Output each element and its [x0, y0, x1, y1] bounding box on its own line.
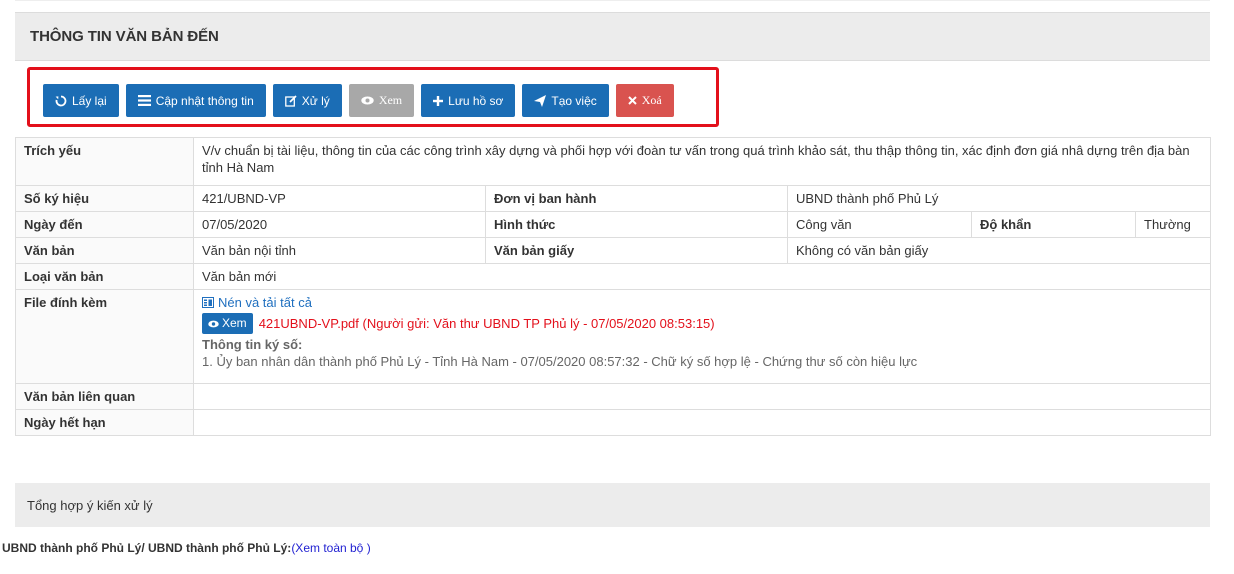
- plus-icon: [433, 95, 444, 106]
- ngay-het-han-value: [193, 409, 1211, 436]
- table-row: Ngày đến 07/05/2020 Hình thức Công văn Đ…: [15, 211, 1211, 238]
- process-button[interactable]: Xử lý: [272, 84, 342, 117]
- signature-detail: 1. Ủy ban nhân dân thành phố Phủ Lý - Tỉ…: [202, 354, 918, 369]
- table-row: Loại văn bản Văn bản mới: [15, 263, 1211, 290]
- save-to-file-label: Lưu hồ sơ: [448, 93, 504, 108]
- summary-heading: Tổng hợp ý kiến xử lý: [15, 483, 1210, 527]
- view-file-label: Xem: [222, 316, 247, 330]
- don-vi-value: UBND thành phố Phủ Lý: [787, 185, 1211, 212]
- summary-title: Tổng hợp ý kiến xử lý: [27, 497, 153, 513]
- reload-label: Lấy lại: [72, 93, 107, 108]
- eye-icon: [361, 96, 374, 105]
- van-ban-lien-quan-value: [193, 383, 1211, 410]
- ngay-den-value: 07/05/2020: [193, 211, 486, 238]
- table-row: Số ký hiệu 421/UBND-VP Đơn vị ban hành U…: [15, 185, 1211, 212]
- don-vi-label: Đơn vị ban hành: [485, 185, 788, 212]
- create-task-button[interactable]: Tạo việc: [522, 84, 609, 117]
- update-info-label: Cập nhật thông tin: [155, 93, 254, 108]
- view-all-link[interactable]: (Xem toàn bộ ): [291, 541, 370, 555]
- update-info-button[interactable]: Cập nhật thông tin: [125, 84, 266, 117]
- file-dinh-kem-label: File đính kèm: [15, 289, 194, 384]
- table-row: File đính kèm Nén và tải tất cả Xem 421U…: [15, 289, 1211, 384]
- save-to-file-button[interactable]: Lưu hồ sơ: [421, 84, 516, 117]
- view-label: Xem: [378, 93, 403, 107]
- view-file-button[interactable]: Xem: [202, 313, 253, 334]
- attachment-file-link[interactable]: 421UBND-VP.pdf (Người gửi: Văn thư UBND …: [259, 315, 715, 332]
- trich-yeu-label: Trích yếu: [15, 137, 194, 186]
- edit-icon: [284, 94, 297, 107]
- attachment-row: Xem 421UBND-VP.pdf (Người gửi: Văn thư U…: [202, 313, 1202, 334]
- table-row: Văn bản liên quan: [15, 383, 1211, 410]
- table-row: Văn bản Văn bản nội tỉnh Văn bản giấy Kh…: [15, 237, 1211, 264]
- view-button[interactable]: Xem: [348, 84, 415, 117]
- loai-van-ban-label: Loại văn bản: [15, 263, 194, 290]
- so-ky-hieu-value: 421/UBND-VP: [193, 185, 486, 212]
- van-ban-giay-value: Không có văn bản giấy: [787, 237, 1211, 264]
- van-ban-giay-label: Văn bản giấy: [485, 237, 788, 264]
- eye-icon: [208, 320, 219, 328]
- loai-van-ban-value: Văn bản mới: [193, 263, 1211, 290]
- panel-top-strip: [15, 0, 1210, 12]
- table-row: Ngày hết hạn: [15, 409, 1211, 436]
- process-label: Xử lý: [301, 93, 330, 108]
- summary-org-line: UBND thành phố Phủ Lý/ UBND thành phố Ph…: [2, 541, 371, 555]
- so-ky-hieu-label: Số ký hiệu: [15, 185, 194, 212]
- ngay-den-label: Ngày đến: [15, 211, 194, 238]
- summary-org-label: UBND thành phố Phủ Lý/ UBND thành phố Ph…: [2, 541, 292, 555]
- close-icon: [628, 96, 637, 105]
- action-toolbar: Lấy lại Cập nhật thông tin Xử lý Xem Lưu…: [43, 84, 674, 118]
- delete-label: Xoá: [641, 93, 662, 107]
- zip-download-label: Nén và tải tất cả: [218, 295, 312, 310]
- do-khan-label: Độ khẩn: [971, 211, 1136, 238]
- create-task-label: Tạo việc: [551, 93, 597, 108]
- reload-icon: [55, 95, 67, 107]
- table-row: Trích yếu V/v chuẩn bị tài liệu, thông t…: [15, 137, 1211, 186]
- zip-icon: [202, 297, 214, 308]
- delete-button[interactable]: Xoá: [615, 84, 674, 117]
- van-ban-value: Văn bản nội tỉnh: [193, 237, 486, 264]
- hinh-thuc-label: Hình thức: [485, 211, 788, 238]
- zip-download-link[interactable]: Nén và tải tất cả: [202, 294, 1202, 311]
- van-ban-lien-quan-label: Văn bản liên quan: [15, 383, 194, 410]
- signature-title: Thông tin ký số:: [202, 337, 303, 352]
- file-dinh-kem-cell: Nén và tải tất cả Xem 421UBND-VP.pdf (Ng…: [193, 289, 1211, 384]
- reload-button[interactable]: Lấy lại: [43, 84, 119, 117]
- send-icon: [534, 94, 547, 107]
- do-khan-value: Thường: [1135, 211, 1211, 238]
- hinh-thuc-value: Công văn: [787, 211, 972, 238]
- trich-yeu-value: V/v chuẩn bị tài liệu, thông tin của các…: [193, 137, 1211, 186]
- ngay-het-han-label: Ngày hết hạn: [15, 409, 194, 436]
- document-info-table: Trích yếu V/v chuẩn bị tài liệu, thông t…: [15, 137, 1211, 436]
- panel-heading: THÔNG TIN VĂN BẢN ĐẾN: [15, 12, 1210, 61]
- page-title: THÔNG TIN VĂN BẢN ĐẾN: [30, 28, 219, 45]
- van-ban-label: Văn bản: [15, 237, 194, 264]
- list-icon: [137, 95, 151, 106]
